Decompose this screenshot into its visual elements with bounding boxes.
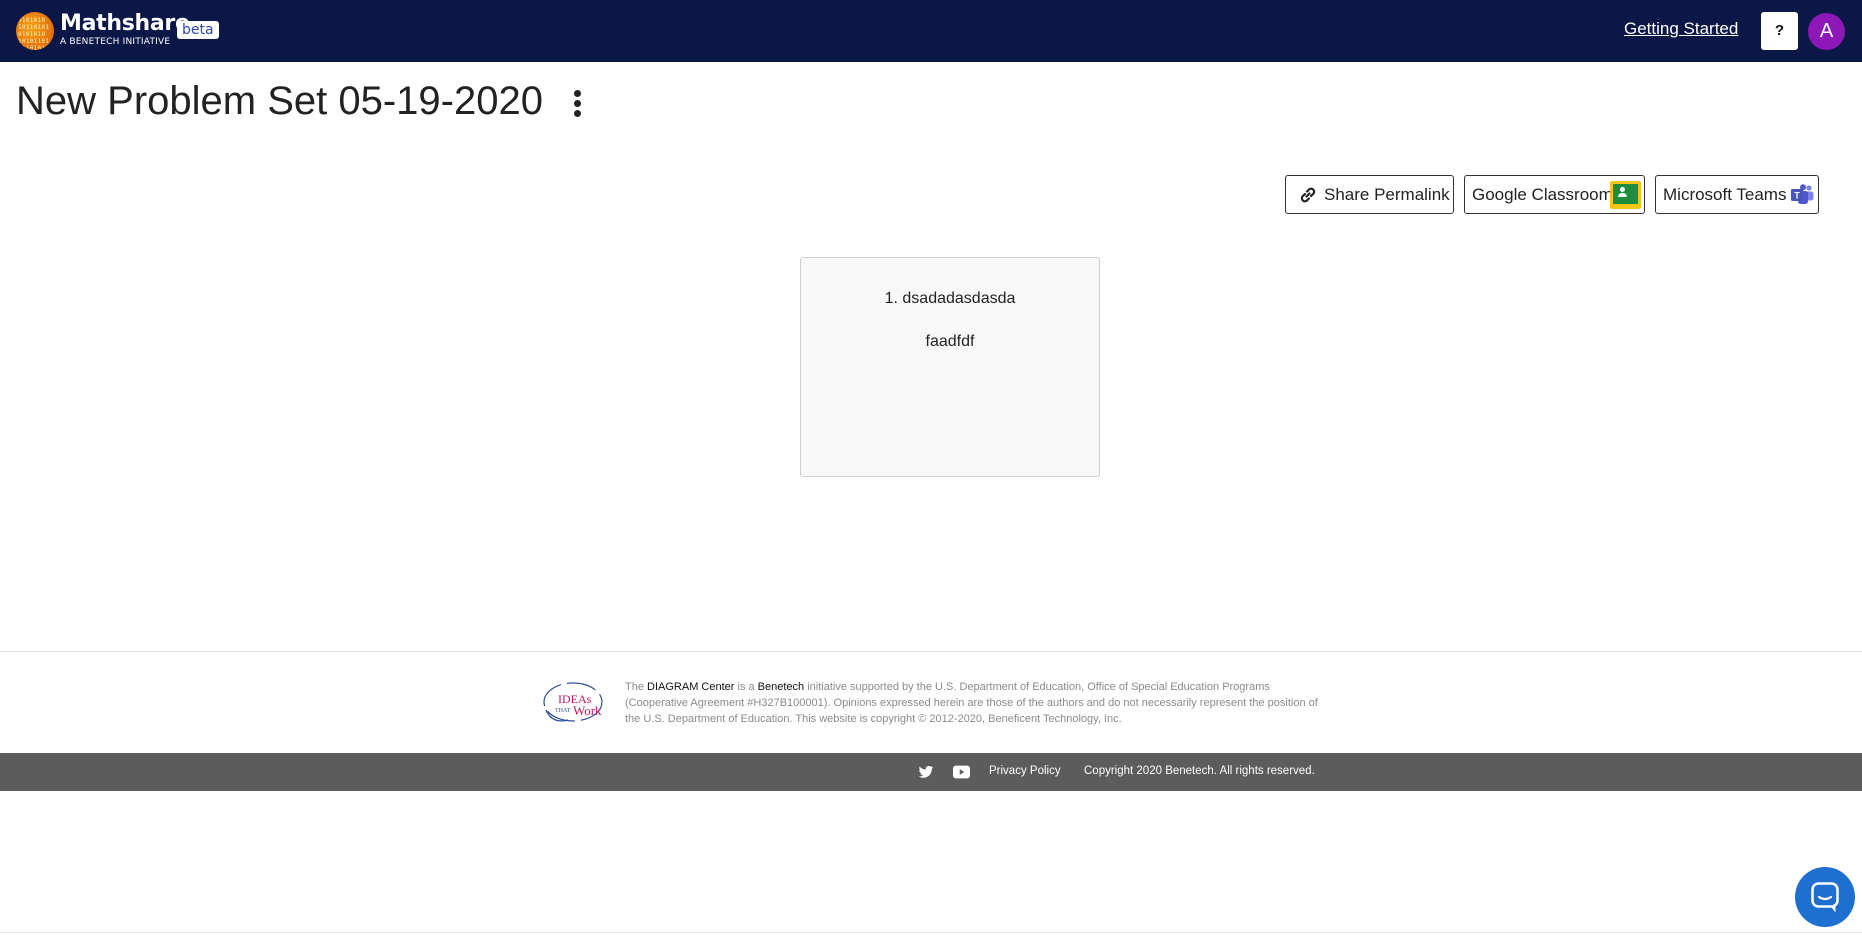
youtube-icon[interactable] <box>953 765 970 779</box>
chat-launcher-button[interactable] <box>1795 867 1855 927</box>
google-classroom-button[interactable]: Google Classroom <box>1464 175 1645 214</box>
svg-text:Work: Work <box>573 703 602 718</box>
problem-card[interactable]: 1. dsadadasdasda faadfdf <box>800 257 1100 477</box>
benetech-link[interactable]: Benetech <box>758 681 804 693</box>
google-classroom-label: Google Classroom <box>1472 185 1613 204</box>
problem-text: faadfdf <box>925 333 975 350</box>
microsoft-teams-button[interactable]: Microsoft Teams T <box>1655 175 1819 214</box>
privacy-policy-link[interactable]: Privacy Policy <box>989 765 1061 777</box>
google-classroom-icon <box>1610 181 1641 209</box>
svg-text:T: T <box>1794 190 1800 200</box>
microsoft-teams-label: Microsoft Teams <box>1663 185 1787 204</box>
svg-text:THAT: THAT <box>555 708 571 714</box>
help-button[interactable]: ? <box>1761 12 1798 50</box>
page-title: New Problem Set 05-19-2020 <box>16 79 543 123</box>
getting-started-link[interactable]: Getting Started <box>1624 19 1738 39</box>
brand-name[interactable]: Mathshare <box>60 11 190 36</box>
kebab-menu-icon[interactable] <box>571 90 583 120</box>
twitter-icon[interactable] <box>918 764 934 780</box>
chat-icon <box>1811 882 1839 912</box>
diagram-center-link[interactable]: DIAGRAM Center <box>647 681 734 693</box>
link-icon <box>1300 187 1316 203</box>
page-bottom-border <box>0 932 1862 933</box>
brand-tagline: A BENETECH INITIATIVE <box>60 37 171 47</box>
microsoft-teams-icon: T <box>1791 184 1814 204</box>
footer-divider <box>0 651 1862 652</box>
share-permalink-label: Share Permalink <box>1324 185 1450 204</box>
copyright-text: Copyright 2020 Benetech. All rights rese… <box>1084 765 1315 777</box>
footer-disclaimer: The DIAGRAM Center is a Benetech initiat… <box>625 681 1318 725</box>
mathshare-logo-icon[interactable]: 0101010 10110101 0101010 10101101 0110101 <box>16 12 54 50</box>
problem-title: 1. dsadadasdasda <box>884 290 1016 307</box>
share-permalink-button[interactable]: Share Permalink <box>1285 175 1454 214</box>
beta-badge: beta <box>177 21 219 39</box>
user-avatar-button[interactable]: A <box>1808 13 1845 50</box>
bottom-footer-bar: Privacy Policy Copyright 2020 Benetech. … <box>0 753 1862 791</box>
ideas-that-work-logo-icon[interactable]: IDEAs THAT Work <box>542 680 608 726</box>
top-navbar: 0101010 10110101 0101010 10101101 0110101 Ma… <box>0 0 1862 62</box>
